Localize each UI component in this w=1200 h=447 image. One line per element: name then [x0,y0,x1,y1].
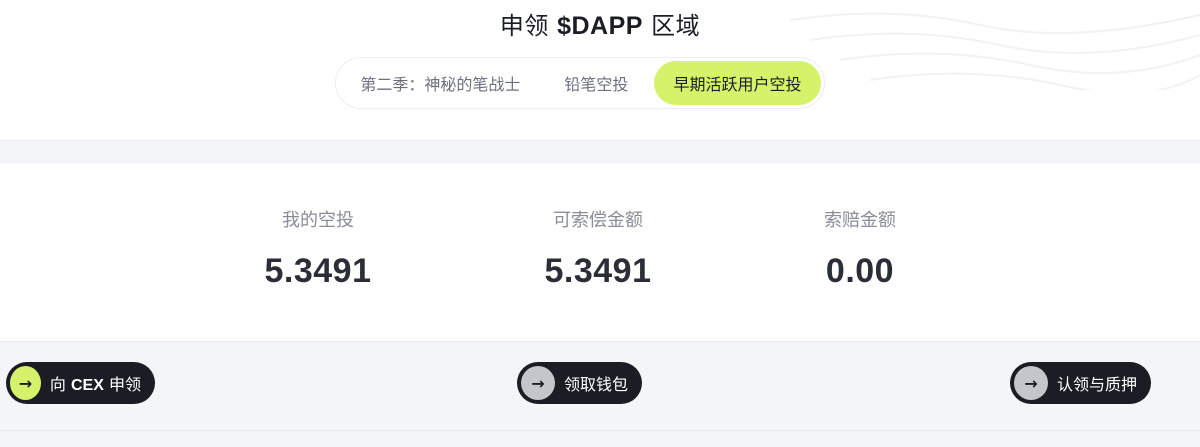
stat-my-airdrop: 我的空投 5.3491 [208,206,428,291]
stat-label: 可索偿金额 [553,210,643,231]
stat-value: 5.3491 [264,252,372,290]
stat-claimable-amount: 可索偿金额 5.3491 [488,206,708,291]
button-label: 认领与质押 [1056,375,1137,394]
button-label: 向 CEX 申领 [50,371,141,395]
page-title: 申领 $DAPP 区域 [0,6,1200,41]
stat-label: 索赔金额 [824,210,896,231]
button-label: 领取钱包 [563,375,628,394]
stat-value: 0.00 [825,252,895,290]
cex-label-suffix: 申领 [103,375,141,394]
title-prefix: 申领 [499,12,558,40]
section-divider [0,140,1200,163]
title-suffix: 区域 [642,12,701,40]
claim-page: 申领 $DAPP 区域 第二季：神秘的笔战士 铅笔空投 早期活跃用户空投 我的空… [0,0,1200,447]
tab-pencil-airdrop[interactable]: 铅笔空投 [541,61,652,105]
stat-label: 我的空投 [282,210,354,231]
claim-to-cex-button[interactable]: → 向 CEX 申领 [6,362,155,404]
claim-and-stake-button[interactable]: → 认领与质押 [1010,362,1151,404]
arrow-right-icon: → [1014,366,1048,400]
cex-label-prefix: 向 [49,375,71,394]
airdrop-tabs: 第二季：神秘的笔战士 铅笔空投 早期活跃用户空投 [335,57,825,109]
tab-season-two[interactable]: 第二季：神秘的笔战士 [340,61,541,105]
stat-claimed-amount: 索赔金额 0.00 [750,206,970,291]
claim-wallet-button[interactable]: → 领取钱包 [517,362,642,404]
cex-label-bold: CEX [71,377,104,394]
arrow-right-icon: → [521,366,555,400]
token-name: $DAPP [557,12,643,40]
stat-value: 5.3491 [544,252,652,290]
arrow-right-icon: → [10,366,41,400]
divider [0,430,1200,431]
tab-early-active-users[interactable]: 早期活跃用户空投 [654,61,821,105]
